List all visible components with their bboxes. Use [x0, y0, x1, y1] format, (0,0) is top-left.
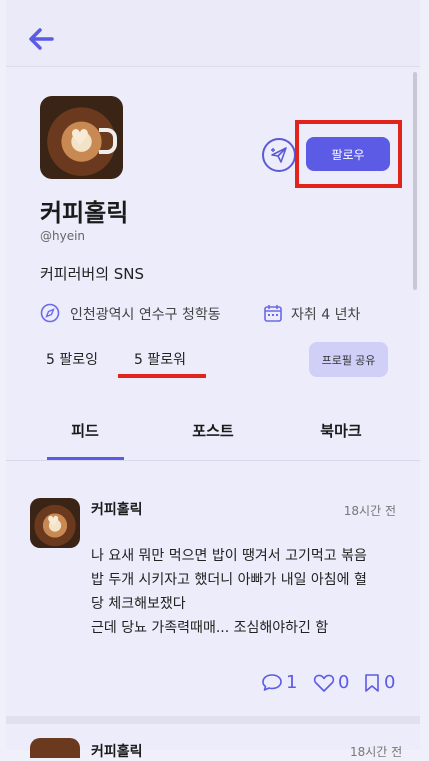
- post-time: 18시간 전: [350, 745, 403, 759]
- latte-heart-icon: ♥: [70, 126, 90, 151]
- tab-post[interactable]: 포스트: [158, 420, 268, 441]
- followers-count[interactable]: 5 팔로워: [134, 349, 186, 369]
- tab-feed[interactable]: 피드: [30, 420, 140, 441]
- post-author[interactable]: 커피홀릭: [91, 499, 143, 519]
- profile-avatar: ♥: [40, 96, 123, 179]
- latte-heart-icon: ♥: [47, 514, 60, 530]
- tabs-divider: [6, 460, 420, 461]
- profile-bio: 커피러버의 SNS: [40, 265, 145, 283]
- post-time: 18시간 전: [343, 504, 396, 518]
- like-button[interactable]: 0: [313, 672, 349, 693]
- heart-icon: [313, 674, 335, 692]
- comment-icon: [262, 673, 282, 691]
- post-author[interactable]: 커피홀릭: [91, 741, 143, 761]
- highlight-box: [295, 120, 402, 188]
- calendar-icon: [264, 305, 282, 322]
- tab-bookmark[interactable]: 북마크: [286, 420, 396, 441]
- profile-handle: @hyein: [40, 229, 86, 243]
- profile-experience: 자취 4 년차: [291, 307, 361, 323]
- bookmark-count: 0: [384, 672, 396, 693]
- compass-icon: [40, 303, 60, 323]
- top-bar: [6, 0, 420, 67]
- paper-plane-icon: [271, 147, 287, 163]
- active-tab-indicator: [47, 457, 124, 460]
- profile-name: 커피홀릭: [40, 199, 129, 227]
- post-line: 근데 당뇨 가족력때매... 조심해야하긴 함: [91, 620, 329, 636]
- back-arrow-icon[interactable]: [26, 24, 56, 54]
- following-count[interactable]: 5 팔로잉: [46, 349, 98, 369]
- post-body[interactable]: 나 요새 뭐만 먹으면 밥이 땡겨서 고기먹고 볶음 밥 두개 시키자고 했더니…: [91, 544, 401, 640]
- post-divider: [6, 716, 420, 724]
- followers-underline: [118, 374, 206, 378]
- comment-count: 1: [286, 672, 298, 693]
- bookmark-button[interactable]: 0: [363, 672, 395, 693]
- post-avatar[interactable]: [30, 738, 80, 758]
- like-count: 0: [338, 672, 350, 693]
- share-profile-button[interactable]: 프로필 공유: [309, 342, 388, 377]
- post-line: 나 요새 뭐만 먹으면 밥이 땡겨서 고기먹고 볶음: [91, 548, 367, 564]
- profile-location: 인천광역시 연수구 청학동: [70, 307, 221, 323]
- post-line: 당 체크해보쟀다: [91, 596, 186, 612]
- send-message-button[interactable]: [262, 138, 296, 172]
- scrollbar[interactable]: [413, 72, 417, 290]
- post-avatar[interactable]: ♥: [30, 498, 80, 548]
- bookmark-icon: [365, 673, 379, 692]
- comment-button[interactable]: 1: [261, 672, 297, 693]
- post-line: 밥 두개 시키자고 했더니 아빠가 내일 아침에 혈: [91, 572, 367, 588]
